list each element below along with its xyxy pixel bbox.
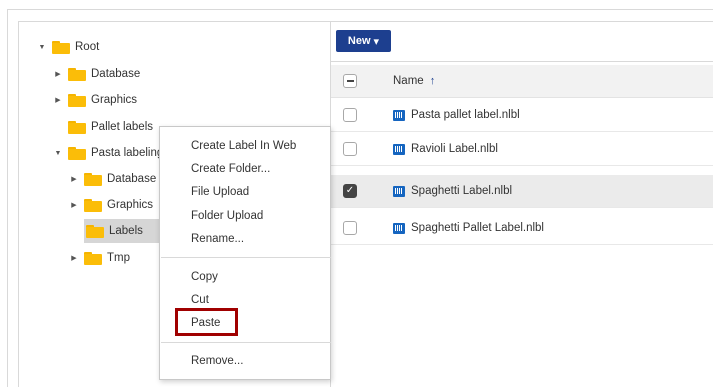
file-name: Pasta pallet label.nlbl [411,109,520,121]
caret-right-icon[interactable]: ▶ [54,70,62,78]
file-name: Spaghetti Label.nlbl [411,185,513,197]
folder-icon [86,224,104,238]
table-row[interactable]: Pasta pallet label.nlbl [331,99,713,132]
tree-item-tmp[interactable]: ▶ Tmp [70,247,130,269]
folder-icon [68,67,86,81]
sort-ascending-icon: ↑ [429,75,436,87]
toolbar: New ▾ [331,22,713,62]
row-checkbox[interactable] [343,221,357,235]
tree-item-label: Database [91,68,141,80]
row-checkbox[interactable] [343,142,357,156]
folder-icon [84,198,102,212]
file-name: Spaghetti Pallet Label.nlbl [411,222,544,234]
menu-item-file-upload[interactable]: File Upload [191,184,249,200]
folder-icon [84,172,102,186]
row-checkbox-checked[interactable]: ✓ [343,184,357,198]
folder-icon [52,40,70,54]
menu-divider [161,257,331,258]
tree-item-labels[interactable]: Labels [84,219,160,243]
tree-item-graphics-sub[interactable]: ▶ Graphics [70,194,153,216]
menu-item-create-label-in-web[interactable]: Create Label In Web [191,138,296,154]
tree-item-graphics[interactable]: ▶ Graphics [54,89,137,111]
tree-item-pallet-labels[interactable]: Pallet labels [54,116,153,138]
caret-down-icon[interactable]: ▼ [54,150,62,157]
folder-icon [68,93,86,107]
menu-item-cut[interactable]: Cut [191,292,209,308]
menu-divider [161,342,331,343]
tree-item-label: Labels [109,225,143,237]
table-row[interactable]: Ravioli Label.nlbl [331,133,713,166]
caret-right-icon[interactable]: ▶ [70,254,78,262]
folder-icon [68,146,86,160]
label-file-icon [393,222,405,234]
tree-item-database[interactable]: ▶ Database [54,63,140,85]
label-file-icon [393,185,405,197]
menu-item-copy[interactable]: Copy [191,269,218,285]
menu-item-folder-upload[interactable]: Folder Upload [191,208,263,224]
paste-highlight-box [175,308,238,336]
list-header: Name ↑ [331,65,713,98]
tree-item-database-sub[interactable]: ▶ Database [70,168,156,190]
context-menu: Create Label In Web Create Folder... Fil… [159,126,331,380]
caret-right-icon[interactable]: ▶ [54,96,62,104]
menu-item-create-folder[interactable]: Create Folder... [191,161,270,177]
select-all-checkbox[interactable] [343,74,357,88]
new-button[interactable]: New ▾ [336,30,391,52]
menu-item-rename[interactable]: Rename... [191,231,244,247]
tree-item-root[interactable]: ▼ Root [38,36,99,58]
tree-item-label: Pallet labels [91,121,154,133]
tree-item-label: Graphics [107,199,154,211]
table-row[interactable]: Spaghetti Pallet Label.nlbl [331,212,713,245]
tree-item-label: Pasta labeling [91,147,164,159]
file-name: Ravioli Label.nlbl [411,143,498,155]
tree-item-label: Tmp [107,252,130,264]
label-file-icon [393,143,405,155]
row-checkbox[interactable] [343,108,357,122]
table-row-selected[interactable]: ✓ Spaghetti Label.nlbl [331,175,713,208]
tree-item-label: Database [107,173,157,185]
file-list-pane: New ▾ Name ↑ Pasta pallet label.nlbl Ravi… [331,21,713,387]
folder-icon [68,120,86,134]
name-header-label: Name [393,75,424,87]
name-column-header[interactable]: Name ↑ [393,75,435,87]
new-button-label: New [347,35,371,47]
tree-item-pasta-labeling[interactable]: ▼ Pasta labeling [54,142,163,164]
caret-down-icon[interactable]: ▼ [38,44,46,51]
folder-icon [84,251,102,265]
chevron-down-icon: ▾ [373,35,380,48]
menu-item-remove[interactable]: Remove... [191,353,243,369]
caret-right-icon[interactable]: ▶ [70,201,78,209]
caret-right-icon[interactable]: ▶ [70,175,78,183]
tree-item-label: Graphics [91,94,138,106]
label-file-icon [393,109,405,121]
tree-item-label: Root [75,41,100,53]
